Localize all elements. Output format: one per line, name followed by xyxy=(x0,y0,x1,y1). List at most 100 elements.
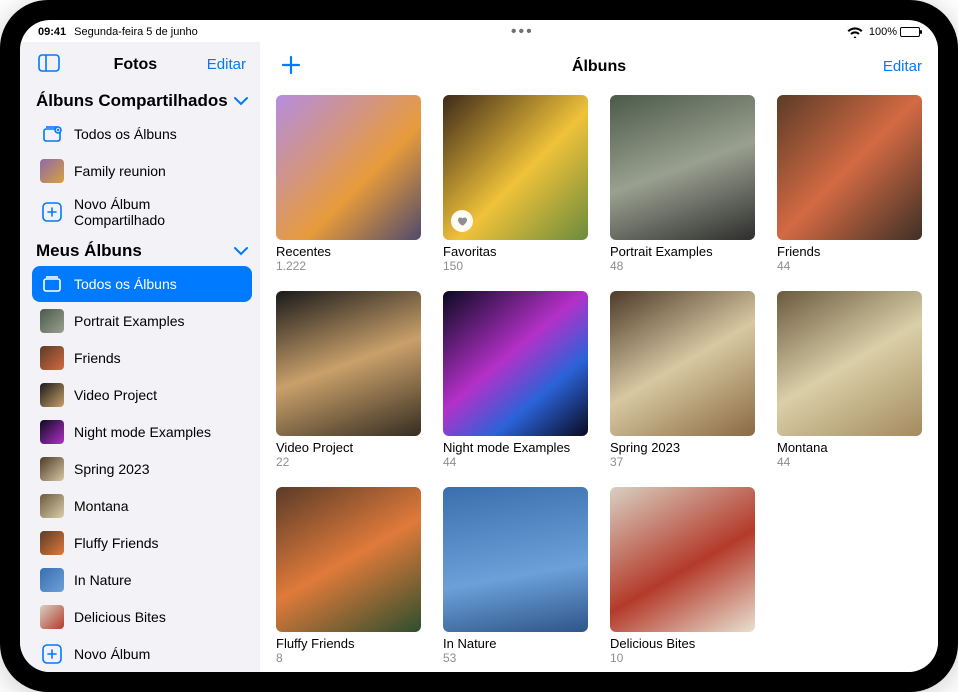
battery-icon: 100% xyxy=(869,26,920,38)
sidebar-item-album[interactable]: Delicious Bites xyxy=(32,599,252,635)
album-name: Spring 2023 xyxy=(610,440,755,455)
sidebar-item-my-all-albums[interactable]: Todos os Álbuns xyxy=(32,266,252,302)
sidebar-title: Fotos xyxy=(114,56,158,74)
sidebar-item-album[interactable]: Spring 2023 xyxy=(32,451,252,487)
album-name: Recentes xyxy=(276,244,421,259)
album-cell[interactable]: Night mode Examples44 xyxy=(443,291,588,469)
sidebar-item-album[interactable]: Portrait Examples xyxy=(32,303,252,339)
sidebar-item-label: Portrait Examples xyxy=(74,313,184,329)
section-title-shared: Álbuns Compartilhados xyxy=(36,91,228,111)
album-name: Fluffy Friends xyxy=(276,636,421,651)
album-cell[interactable]: Delicious Bites10 xyxy=(610,487,755,665)
sidebar-item-label: Spring 2023 xyxy=(74,461,150,477)
album-name: Delicious Bites xyxy=(610,636,755,651)
album-count: 44 xyxy=(777,259,922,273)
album-cover xyxy=(276,487,421,632)
album-count: 44 xyxy=(443,455,588,469)
album-cover xyxy=(777,291,922,436)
sidebar-item-label: Todos os Álbuns xyxy=(74,276,177,292)
album-thumb-icon xyxy=(40,494,64,518)
sidebar-item-shared-all-albums[interactable]: Todos os Álbuns xyxy=(32,116,252,152)
wifi-icon xyxy=(847,26,863,38)
album-thumb-icon xyxy=(40,568,64,592)
album-thumb-icon xyxy=(40,309,64,333)
album-thumb-icon xyxy=(40,346,64,370)
album-name: Night mode Examples xyxy=(443,440,588,455)
album-cell[interactable]: Video Project22 xyxy=(276,291,421,469)
album-cell[interactable]: Montana44 xyxy=(777,291,922,469)
album-count: 53 xyxy=(443,651,588,665)
sidebar-item-label: Friends xyxy=(74,350,121,366)
section-header-shared[interactable]: Álbuns Compartilhados xyxy=(30,85,254,115)
sidebar-item-label: Night mode Examples xyxy=(74,424,211,440)
sidebar-item-label: Family reunion xyxy=(74,163,166,179)
album-cover xyxy=(443,291,588,436)
sidebar-item-label: Fluffy Friends xyxy=(74,535,159,551)
sidebar-item-label: Novo Álbum Compartilhado xyxy=(74,196,244,228)
sidebar-item-label: Novo Álbum xyxy=(74,646,150,662)
album-cell[interactable]: In Nature53 xyxy=(443,487,588,665)
battery-percent: 100% xyxy=(869,26,897,38)
status-bar: 09:41 Segunda-feira 5 de junho ••• 100% xyxy=(20,20,938,42)
sidebar-item-label: Montana xyxy=(74,498,128,514)
sidebar-item-label: In Nature xyxy=(74,572,132,588)
albums-stack-icon xyxy=(40,122,64,146)
album-cover xyxy=(443,95,588,240)
section-title-my-albums: Meus Álbuns xyxy=(36,241,142,261)
sidebar-item-album[interactable]: Night mode Examples xyxy=(32,414,252,450)
album-count: 44 xyxy=(777,455,922,469)
album-cell[interactable]: Fluffy Friends8 xyxy=(276,487,421,665)
album-cover xyxy=(276,291,421,436)
album-count: 48 xyxy=(610,259,755,273)
sidebar-item-shared-album[interactable]: Family reunion xyxy=(32,153,252,189)
album-name: Favoritas xyxy=(443,244,588,259)
album-cover xyxy=(443,487,588,632)
toggle-sidebar-button[interactable] xyxy=(34,50,64,79)
album-count: 8 xyxy=(276,651,421,665)
album-thumb-icon xyxy=(40,159,64,183)
sidebar-item-new-shared-album[interactable]: Novo Álbum Compartilhado xyxy=(32,190,252,234)
multitasking-dots-icon[interactable]: ••• xyxy=(511,23,534,41)
plus-square-icon xyxy=(40,642,64,666)
status-date: Segunda-feira 5 de junho xyxy=(74,26,198,38)
sidebar-item-album[interactable]: Friends xyxy=(32,340,252,376)
main-edit-button[interactable]: Editar xyxy=(883,58,922,75)
album-cell[interactable]: Portrait Examples48 xyxy=(610,95,755,273)
album-cover xyxy=(777,95,922,240)
album-cover xyxy=(610,95,755,240)
album-name: Friends xyxy=(777,244,922,259)
add-album-button[interactable] xyxy=(276,50,306,83)
album-cell[interactable]: Favoritas150 xyxy=(443,95,588,273)
album-thumb-icon xyxy=(40,531,64,555)
album-thumb-icon xyxy=(40,383,64,407)
sidebar-item-label: Video Project xyxy=(74,387,157,403)
album-cell[interactable]: Spring 202337 xyxy=(610,291,755,469)
album-thumb-icon xyxy=(40,457,64,481)
album-count: 1.222 xyxy=(276,259,421,273)
album-count: 22 xyxy=(276,455,421,469)
album-cover xyxy=(276,95,421,240)
sidebar-item-new-album[interactable]: Novo Álbum xyxy=(32,636,252,672)
main-content: Álbuns Editar Recentes1.222Favoritas150P… xyxy=(260,42,938,672)
sidebar-item-album[interactable]: In Nature xyxy=(32,562,252,598)
album-count: 150 xyxy=(443,259,588,273)
album-cell[interactable]: Recentes1.222 xyxy=(276,95,421,273)
chevron-down-icon xyxy=(234,91,248,111)
heart-icon xyxy=(451,210,473,232)
sidebar-item-album[interactable]: Fluffy Friends xyxy=(32,525,252,561)
album-thumb-icon xyxy=(40,605,64,629)
sidebar-item-album[interactable]: Video Project xyxy=(32,377,252,413)
album-name: Portrait Examples xyxy=(610,244,755,259)
sidebar: Fotos Editar Álbuns Compartilhados xyxy=(20,42,260,672)
sidebar-item-label: Delicious Bites xyxy=(74,609,166,625)
album-name: Montana xyxy=(777,440,922,455)
plus-square-icon xyxy=(40,200,64,224)
album-count: 37 xyxy=(610,455,755,469)
section-header-my-albums[interactable]: Meus Álbuns xyxy=(30,235,254,265)
sidebar-edit-button[interactable]: Editar xyxy=(207,56,246,73)
chevron-down-icon xyxy=(234,241,248,261)
status-time: 09:41 xyxy=(38,26,66,38)
albums-stack-icon xyxy=(40,272,64,296)
album-cell[interactable]: Friends44 xyxy=(777,95,922,273)
sidebar-item-album[interactable]: Montana xyxy=(32,488,252,524)
